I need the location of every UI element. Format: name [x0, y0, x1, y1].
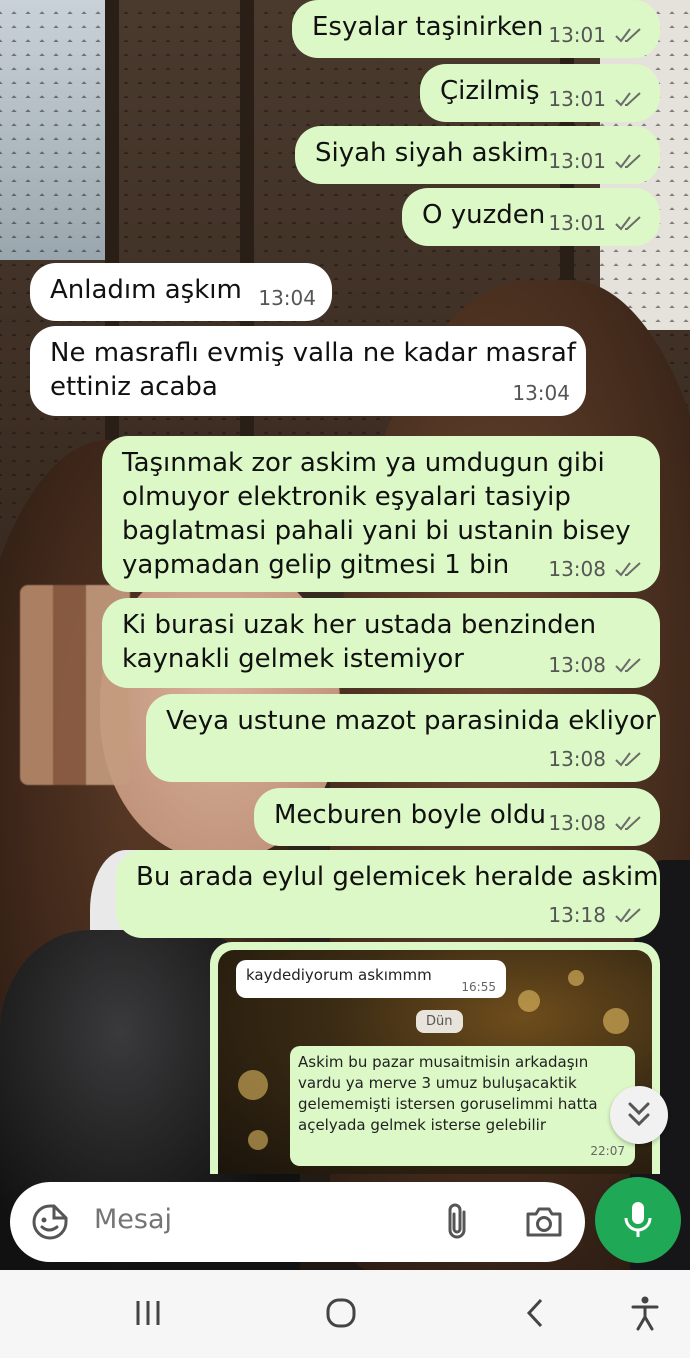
read-ticks-icon — [615, 562, 641, 577]
paperclip-icon — [448, 1203, 466, 1239]
image-message[interactable]: kaydediyorum askımmm 16:55 Dün Askim bu … — [210, 942, 660, 1174]
quoted-incoming-bubble: kaydediyorum askımmm 16:55 — [236, 960, 506, 998]
read-ticks-icon — [615, 216, 641, 231]
scroll-to-bottom-button[interactable] — [610, 1086, 668, 1144]
quoted-outgoing-text: Askim bu pazar musaitmisin arkadaşın var… — [298, 1053, 598, 1134]
message-time: 13:08 — [548, 653, 606, 677]
double-chevron-down-icon — [628, 1102, 650, 1127]
home-icon — [326, 1298, 356, 1328]
image-bokeh — [518, 990, 540, 1012]
image-message-screenshot[interactable]: kaydediyorum askımmm 16:55 Dün Askim bu … — [218, 950, 652, 1174]
message-meta: 13:04 — [258, 281, 316, 315]
quoted-outgoing-time: 22:07 — [590, 1144, 625, 1158]
message-time: 13:01 — [548, 23, 606, 47]
message-text: Veya ustune mazot parasinida ekliyor — [166, 706, 656, 736]
message-meta: 13:01 — [548, 206, 644, 240]
message-meta: 13:01 — [548, 18, 644, 52]
message-text: Ne masraflı evmiş valla ne kadar masraf … — [50, 338, 576, 402]
message-bubble[interactable]: O yuzden 13:01 — [402, 188, 660, 246]
message-bubble[interactable]: Anladım aşkım 13:04 — [30, 263, 332, 321]
message-bubble[interactable]: Ne masraflı evmiş valla ne kadar masraf … — [30, 326, 586, 416]
read-ticks-icon — [615, 154, 641, 169]
message-meta: 13:08 — [548, 742, 644, 776]
message-bubble[interactable]: Veya ustune mazot parasinida ekliyor 13:… — [146, 694, 660, 782]
message-bubble[interactable]: Taşınmak zor askim ya umdugun gibi olmuy… — [102, 436, 660, 592]
message-time: 13:18 — [548, 903, 606, 927]
mic-icon — [624, 1202, 652, 1237]
quoted-day-divider: Dün — [416, 1010, 463, 1033]
message-bubble[interactable]: Siyah siyah askim 13:01 — [295, 126, 660, 184]
message-meta: 13:01 — [548, 82, 644, 116]
accessibility-button[interactable] — [615, 1288, 675, 1338]
message-bubble[interactable]: Ki burasi uzak her ustada benzinden kayn… — [102, 598, 660, 688]
voice-record-button[interactable] — [595, 1177, 681, 1263]
read-ticks-icon — [615, 752, 641, 767]
message-bubble[interactable]: Esyalar taşinirken 13:01 — [292, 0, 660, 58]
quoted-outgoing-bubble: Askim bu pazar musaitmisin arkadaşın var… — [290, 1046, 635, 1166]
message-bubble[interactable]: Bu arada eylul gelemicek heralde askim 1… — [116, 850, 660, 938]
attach-button[interactable] — [440, 1200, 474, 1244]
back-icon — [526, 1298, 543, 1328]
quoted-incoming-time: 16:55 — [461, 980, 496, 994]
message-time: 13:04 — [258, 286, 316, 310]
read-ticks-icon — [615, 28, 641, 43]
camera-icon — [526, 1207, 562, 1237]
read-ticks-icon — [615, 816, 641, 831]
recents-button[interactable] — [118, 1288, 178, 1338]
message-time: 13:01 — [548, 87, 606, 111]
back-button[interactable] — [505, 1288, 565, 1338]
message-meta: 13:01 — [548, 144, 644, 178]
recents-icon — [136, 1301, 160, 1325]
read-ticks-icon — [615, 658, 641, 673]
image-bokeh — [603, 1008, 629, 1034]
system-navigation-bar — [0, 1270, 690, 1358]
quoted-incoming-text: kaydediyorum askımmm — [246, 966, 432, 984]
message-bubble[interactable]: Mecburen boyle oldu 13:08 — [254, 788, 660, 846]
message-meta: 13:08 — [548, 552, 644, 586]
message-meta: 13:04 — [512, 376, 570, 410]
image-bokeh — [248, 1130, 268, 1150]
read-ticks-icon — [615, 908, 641, 923]
message-time: 13:04 — [512, 381, 570, 405]
message-time: 13:08 — [548, 557, 606, 581]
message-time: 13:01 — [548, 211, 606, 235]
message-text: Bu arada eylul gelemicek heralde askim — [136, 862, 659, 892]
home-button[interactable] — [311, 1288, 371, 1338]
sticker-icon — [32, 1204, 68, 1240]
message-time: 13:08 — [548, 811, 606, 835]
message-time: 13:08 — [548, 747, 606, 771]
sticker-button[interactable] — [30, 1202, 70, 1242]
message-bubble[interactable]: Çizilmiş 13:01 — [420, 64, 660, 122]
message-meta: 13:18 — [548, 898, 644, 932]
message-input[interactable] — [94, 1204, 414, 1235]
image-bokeh — [238, 1070, 268, 1100]
message-input-bar — [10, 1182, 585, 1262]
message-meta: 13:08 — [548, 806, 644, 840]
accessibility-icon — [631, 1296, 659, 1331]
message-time: 13:01 — [548, 149, 606, 173]
image-bokeh — [568, 970, 584, 986]
read-ticks-icon — [615, 92, 641, 107]
camera-button[interactable] — [522, 1202, 566, 1242]
message-meta: 13:08 — [548, 648, 644, 682]
